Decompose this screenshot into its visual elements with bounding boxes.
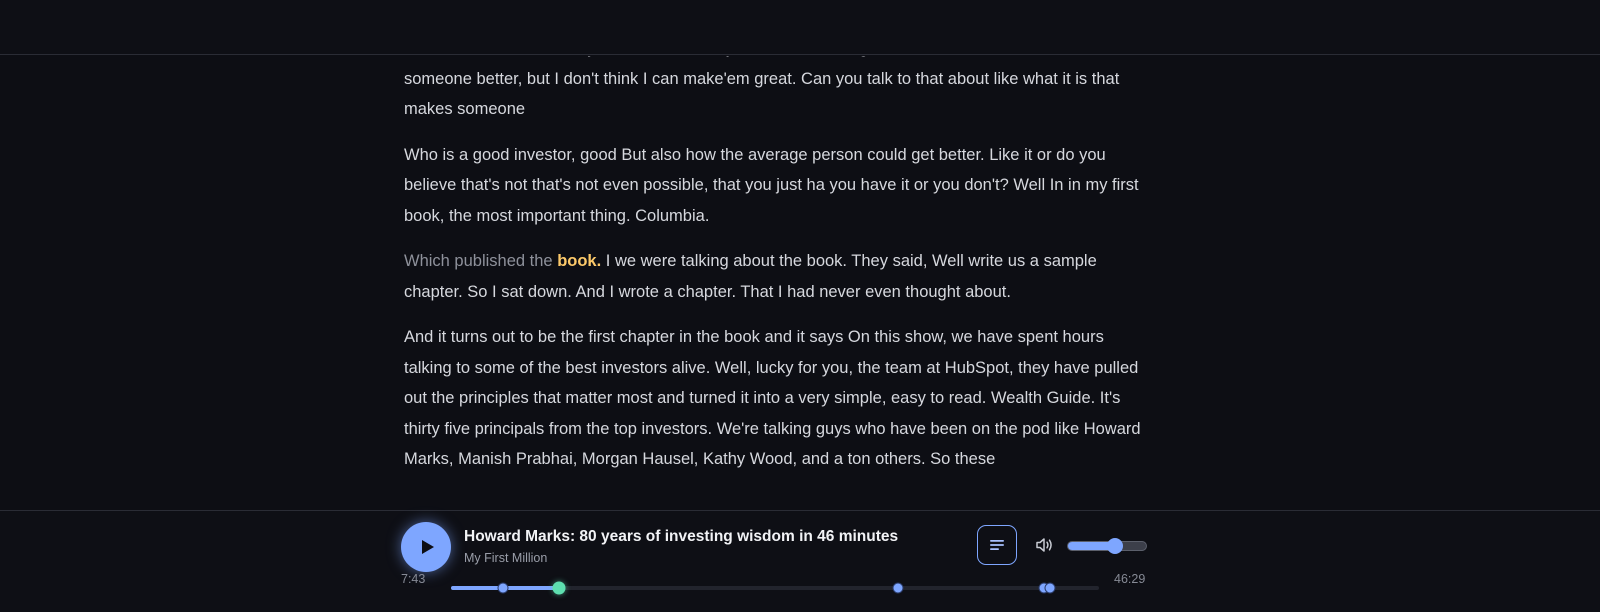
playhead-handle[interactable] xyxy=(552,581,566,595)
transcript-lines-icon xyxy=(990,540,1004,550)
audio-player: Howard Marks: 80 years of investing wisd… xyxy=(0,510,1600,612)
show-name[interactable]: My First Million xyxy=(464,551,547,565)
play-button[interactable] xyxy=(401,522,451,572)
transcript-paragraph: because I think in one of your books, I … xyxy=(404,56,1120,118)
progress-bar[interactable] xyxy=(451,581,1099,595)
episode-title: Howard Marks: 80 years of investing wisd… xyxy=(464,528,899,545)
total-time: 46:29 xyxy=(1114,572,1146,586)
play-icon xyxy=(421,540,434,554)
transcript-panel: because I think in one of your books, I … xyxy=(0,56,1600,510)
transcript-paragraph: And it turns out to be the first chapter… xyxy=(404,328,1141,468)
transcript-content: because I think in one of your books, I … xyxy=(404,56,1142,490)
current-word: book. xyxy=(557,252,602,270)
transcript-paragraph-active: Which published the book. I we were talk… xyxy=(404,246,1142,307)
current-time: 7:43 xyxy=(401,572,426,586)
chapter-marker[interactable] xyxy=(892,582,904,594)
transcript-paragraph: Who is a good investor, good But also ho… xyxy=(404,145,1139,225)
volume-slider[interactable] xyxy=(1067,538,1147,554)
played-text: Which published the xyxy=(404,252,553,270)
chapter-marker[interactable] xyxy=(1044,582,1056,594)
chapter-marker[interactable] xyxy=(497,582,509,594)
transcript-toggle-button[interactable] xyxy=(977,525,1017,565)
volume-icon[interactable] xyxy=(1036,537,1054,553)
top-bar xyxy=(0,0,1600,55)
volume-knob[interactable] xyxy=(1106,538,1123,554)
